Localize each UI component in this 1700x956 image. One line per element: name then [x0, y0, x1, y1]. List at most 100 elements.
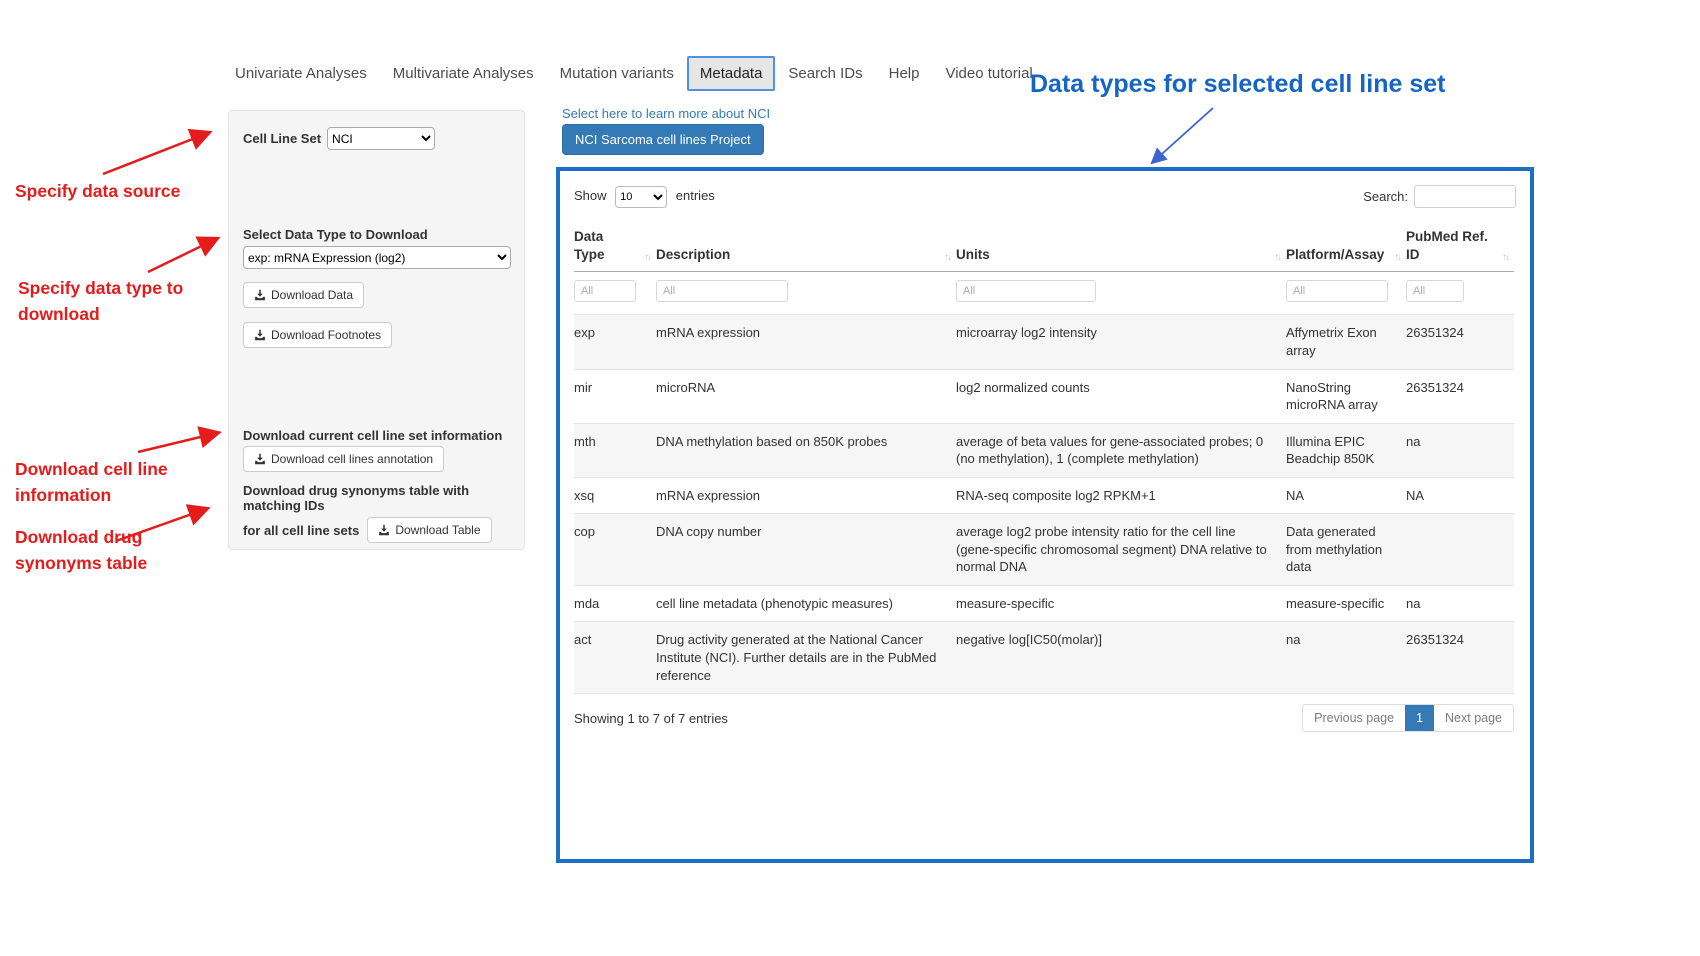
cell-pubmed: na — [1406, 585, 1514, 622]
table-row-mir: mirmicroRNAlog2 normalized countsNanoStr… — [574, 369, 1514, 423]
tab-univariate-analyses[interactable]: Univariate Analyses — [222, 57, 380, 90]
drug-synonyms-label-line1: Download drug synonyms table with matchi… — [243, 483, 519, 513]
table-row-mth: mthDNA methylation based on 850K probesa… — [574, 423, 1514, 477]
cell-pubmed: na — [1406, 423, 1514, 477]
col-header-label: Units — [956, 247, 990, 262]
annotation-data-types-title: Data types for selected cell line set — [1030, 70, 1445, 99]
cell-pubmed — [1406, 514, 1514, 586]
annotation-specify-data-source: Specify data source — [15, 178, 205, 204]
col-header-units[interactable]: Units ↑↓ — [956, 224, 1286, 272]
filter-units-input[interactable] — [956, 280, 1096, 302]
cell-type: cop — [574, 514, 656, 586]
cell-units: average log2 probe intensity ratio for t… — [956, 514, 1286, 586]
filter-data-type-input[interactable] — [574, 280, 636, 302]
table-search: Search: — [1363, 185, 1516, 208]
data-type-label: Select Data Type to Download — [243, 227, 428, 242]
cell-type: mda — [574, 585, 656, 622]
download-controls-panel: Cell Line Set NCI Select Data Type to Do… — [228, 110, 525, 550]
page-length-control: Show 10 entries — [574, 186, 715, 208]
cell-units: negative log[IC50(molar)] — [956, 622, 1286, 694]
nci-sarcoma-project-button[interactable]: NCI Sarcoma cell lines Project — [562, 124, 764, 155]
previous-page-button[interactable]: Previous page — [1303, 705, 1405, 731]
drug-synonyms-block: Download drug synonyms table with matchi… — [243, 483, 519, 543]
sort-icon[interactable]: ↑↓ — [944, 251, 950, 265]
table-row-mda: mdacell line metadata (phenotypic measur… — [574, 585, 1514, 622]
cell-description: DNA methylation based on 850K probes — [656, 423, 956, 477]
cell-description: mRNA expression — [656, 477, 956, 514]
tab-multivariate-analyses[interactable]: Multivariate Analyses — [380, 57, 547, 90]
cell-line-set-label: Cell Line Set — [243, 131, 321, 146]
col-header-pubmed[interactable]: PubMed Ref. ID ↑↓ — [1406, 224, 1514, 272]
download-data-label: Download Data — [271, 288, 353, 302]
col-header-data-type[interactable]: Data Type↑↓ — [574, 224, 656, 272]
next-page-button[interactable]: Next page — [1434, 705, 1513, 731]
top-nav: Univariate Analyses Multivariate Analyse… — [222, 56, 1046, 91]
tab-metadata[interactable]: Metadata — [687, 56, 776, 91]
cell-description: microRNA — [656, 369, 956, 423]
tab-mutation-variants[interactable]: Mutation variants — [547, 57, 687, 90]
cell-type: mth — [574, 423, 656, 477]
cell-description: Drug activity generated at the National … — [656, 622, 956, 694]
download-icon — [254, 453, 266, 465]
col-header-label: Description — [656, 247, 730, 262]
metadata-table: Data Type↑↓ Description ↑↓ Units ↑↓ Platfo… — [574, 224, 1514, 694]
cell-line-set-select[interactable]: NCI — [327, 127, 435, 150]
download-data-button[interactable]: Download Data — [243, 282, 364, 308]
cell-platform: Affymetrix Exon array — [1286, 315, 1406, 369]
table-row-exp: expmRNA expressionmicroarray log2 intens… — [574, 315, 1514, 369]
page-1-button[interactable]: 1 — [1405, 705, 1434, 731]
tab-search-ids[interactable]: Search IDs — [775, 57, 875, 90]
cell-line-set-row: Cell Line Set NCI — [243, 127, 435, 150]
arrow-cell-line-info — [138, 433, 217, 452]
filter-platform-input[interactable] — [1286, 280, 1388, 302]
annotation-download-cell-line-info: Download cell line information — [15, 456, 205, 509]
download-icon — [254, 329, 266, 341]
cell-type: act — [574, 622, 656, 694]
cell-description: cell line metadata (phenotypic measures) — [656, 585, 956, 622]
annotation-specify-data-type: Specify data type to download — [18, 275, 218, 328]
col-header-label: PubMed Ref. ID — [1406, 229, 1488, 262]
table-row-cop: copDNA copy numberaverage log2 probe int… — [574, 514, 1514, 586]
col-header-label: Platform/Assay — [1286, 247, 1384, 262]
show-label: Show — [574, 188, 607, 203]
search-input[interactable] — [1414, 185, 1516, 208]
arrow-data-source — [103, 133, 208, 174]
arrow-data-type — [148, 239, 216, 272]
download-table-label: Download Table — [395, 523, 480, 537]
learn-more-link[interactable]: Select here to learn more about NCI — [562, 106, 770, 121]
annotation-download-drug-synonyms: Download drug synonyms table — [15, 524, 185, 577]
cell-type: exp — [574, 315, 656, 369]
cell-pubmed: NA — [1406, 477, 1514, 514]
cell-platform: Illumina EPIC Beadchip 850K — [1286, 423, 1406, 477]
sort-icon[interactable]: ↑↓ — [1394, 251, 1400, 265]
col-header-platform[interactable]: Platform/Assay ↑↓ — [1286, 224, 1406, 272]
download-cell-lines-annotation-button[interactable]: Download cell lines annotation — [243, 446, 444, 472]
download-icon — [378, 524, 390, 536]
page-length-select[interactable]: 10 — [615, 186, 667, 208]
table-info: Showing 1 to 7 of 7 entries — [574, 711, 728, 726]
col-header-description[interactable]: Description ↑↓ — [656, 224, 956, 272]
filter-pubmed-input[interactable] — [1406, 280, 1464, 302]
data-types-table-region: Show 10 entries Search: Data Type↑↓ Desc… — [556, 167, 1534, 863]
cell-platform: Data generated from methylation data — [1286, 514, 1406, 586]
sort-icon[interactable]: ↑↓ — [1502, 251, 1508, 265]
data-type-select[interactable]: exp: mRNA Expression (log2) — [243, 246, 511, 269]
cell-platform: NA — [1286, 477, 1406, 514]
tab-video-tutorial[interactable]: Video tutorial — [932, 57, 1045, 90]
cell-pubmed: 26351324 — [1406, 369, 1514, 423]
download-footnotes-button[interactable]: Download Footnotes — [243, 322, 392, 348]
filter-description-input[interactable] — [656, 280, 788, 302]
cell-pubmed: 26351324 — [1406, 622, 1514, 694]
cell-type: mir — [574, 369, 656, 423]
sort-icon[interactable]: ↑↓ — [644, 251, 650, 265]
tab-help[interactable]: Help — [876, 57, 933, 90]
table-body: expmRNA expressionmicroarray log2 intens… — [574, 315, 1514, 694]
cell-units: measure-specific — [956, 585, 1286, 622]
cell-pubmed: 26351324 — [1406, 315, 1514, 369]
sort-icon[interactable]: ↑↓ — [1274, 251, 1280, 265]
cell-description: mRNA expression — [656, 315, 956, 369]
download-icon — [254, 289, 266, 301]
download-table-button[interactable]: Download Table — [367, 517, 491, 543]
pagination: Previous page 1 Next page — [1302, 704, 1514, 732]
search-label: Search: — [1363, 189, 1408, 204]
